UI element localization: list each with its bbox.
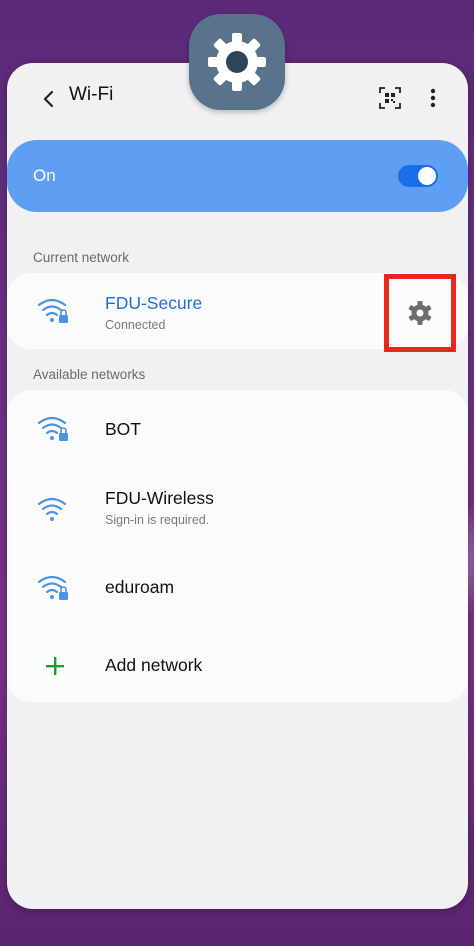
network-name: eduroam [105, 577, 175, 597]
gear-icon [408, 301, 432, 325]
network-row-eduroam[interactable]: eduroam [7, 550, 468, 628]
page-title: Wi-Fi [69, 84, 114, 105]
wifi-lock-icon [37, 298, 68, 323]
network-name: FDU-Secure [105, 293, 203, 313]
network-name: FDU-Wireless [105, 488, 214, 508]
more-vertical-icon [430, 88, 436, 108]
qr-scan-icon [379, 87, 401, 109]
wifi-toggle-label: On [33, 166, 56, 185]
wifi-icon [37, 497, 67, 521]
add-network-label: Add network [105, 655, 203, 675]
network-row-fdu-wireless[interactable]: FDU-Wireless Sign-in is required. [7, 468, 468, 550]
settings-gear-icon [208, 33, 266, 91]
plus-icon [46, 657, 64, 675]
wifi-settings-window: Wi-Fi On Current network FDU-Secure Conn… [7, 63, 468, 909]
wifi-switch[interactable] [398, 165, 438, 187]
wifi-lock-icon [37, 575, 68, 600]
network-settings-button[interactable] [384, 274, 456, 352]
current-network-header: Current network [33, 250, 130, 265]
network-status: Connected [105, 318, 166, 332]
qr-scan-button[interactable] [372, 80, 408, 116]
network-name: BOT [105, 419, 141, 439]
switch-knob [418, 167, 436, 185]
wifi-lock-icon [37, 416, 68, 441]
network-row-bot[interactable]: BOT [7, 390, 468, 468]
network-subtitle: Sign-in is required. [105, 513, 210, 527]
available-networks-header: Available networks [33, 367, 146, 382]
settings-app-icon [189, 14, 285, 110]
wifi-master-toggle[interactable]: On [7, 140, 468, 212]
more-options-button[interactable] [415, 80, 451, 116]
add-network-row[interactable]: Add network [7, 628, 468, 702]
chevron-left-icon [43, 90, 54, 108]
back-button[interactable] [31, 81, 67, 117]
available-networks-card: BOT FDU-Wireless Sign-in is required. ed… [7, 390, 468, 702]
